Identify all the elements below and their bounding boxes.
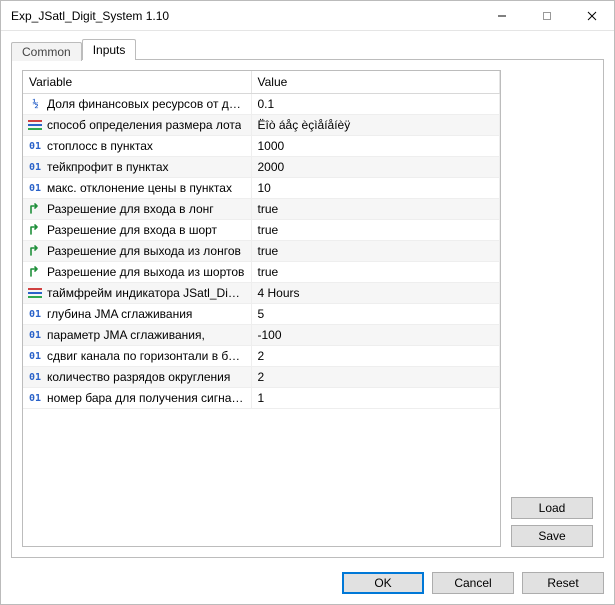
table-row[interactable]: ½ Доля финансовых ресурсов от депоз... 0.1: [23, 94, 500, 115]
variable-name: количество разрядов округления: [47, 370, 230, 384]
value-cell[interactable]: true: [251, 199, 500, 220]
variable-cell[interactable]: 01 количество разрядов округления: [23, 367, 251, 388]
boolean-icon: [27, 265, 43, 279]
variable-cell[interactable]: 01 стоплосс в пунктах: [23, 136, 251, 157]
variable-cell[interactable]: 01 макс. отклонение цены в пунктах: [23, 178, 251, 199]
tab-inputs[interactable]: Inputs: [82, 39, 137, 60]
integer-icon: 01: [27, 349, 43, 363]
value-cell[interactable]: 10: [251, 178, 500, 199]
dialog-window: Exp_JSatl_Digit_System 1.10 Common Input…: [0, 0, 615, 605]
enum-icon: [27, 118, 43, 132]
variable-name: Доля финансовых ресурсов от депоз...: [47, 97, 245, 111]
footer-buttons: OK Cancel Reset: [1, 566, 614, 604]
enum-icon: [27, 286, 43, 300]
integer-icon: 01: [27, 181, 43, 195]
table-row[interactable]: 01 сдвиг канала по горизонтали в барах 2: [23, 346, 500, 367]
value-cell[interactable]: true: [251, 262, 500, 283]
table-row[interactable]: 01 количество разрядов округления 2: [23, 367, 500, 388]
value-cell[interactable]: Ëîò áåç èçìåíåíèÿ: [251, 115, 500, 136]
value-cell[interactable]: 4 Hours: [251, 283, 500, 304]
variable-cell[interactable]: способ определения размера лота: [23, 115, 251, 136]
variable-cell[interactable]: 01 тейкпрофит в пунктах: [23, 157, 251, 178]
variable-cell[interactable]: 01 глубина JMA сглаживания: [23, 304, 251, 325]
variable-cell[interactable]: Разрешение для входа в лонг: [23, 199, 251, 220]
cancel-button[interactable]: Cancel: [432, 572, 514, 594]
save-button[interactable]: Save: [511, 525, 593, 547]
value-cell[interactable]: 2: [251, 346, 500, 367]
table-row[interactable]: 01 макс. отклонение цены в пунктах 10: [23, 178, 500, 199]
variable-cell[interactable]: Разрешение для выхода из лонгов: [23, 241, 251, 262]
content-area: Common Inputs Variable Value ½ Доля финан…: [1, 31, 614, 566]
close-button[interactable]: [569, 1, 614, 31]
inputs-grid[interactable]: Variable Value ½ Доля финансовых ресурсов…: [22, 70, 501, 547]
variable-name: стоплосс в пунктах: [47, 139, 153, 153]
integer-icon: 01: [27, 160, 43, 174]
variable-name: макс. отклонение цены в пунктах: [47, 181, 232, 195]
value-cell[interactable]: true: [251, 220, 500, 241]
value-cell[interactable]: 2: [251, 367, 500, 388]
table-row[interactable]: 01 номер бара для получения сигнала в... 1: [23, 388, 500, 409]
variable-cell[interactable]: 01 параметр JMA сглаживания,: [23, 325, 251, 346]
value-cell[interactable]: 5: [251, 304, 500, 325]
reset-button[interactable]: Reset: [522, 572, 604, 594]
variable-cell[interactable]: 01 сдвиг канала по горизонтали в барах: [23, 346, 251, 367]
variable-name: способ определения размера лота: [47, 118, 241, 132]
integer-icon: 01: [27, 391, 43, 405]
table-row[interactable]: Разрешение для входа в шорт true: [23, 220, 500, 241]
column-header-value[interactable]: Value: [251, 71, 500, 94]
variable-name: тейкпрофит в пунктах: [47, 160, 169, 174]
maximize-button[interactable]: [524, 1, 569, 31]
table-row[interactable]: 01 тейкпрофит в пунктах 2000: [23, 157, 500, 178]
integer-icon: 01: [27, 328, 43, 342]
table-row[interactable]: 01 стоплосс в пунктах 1000: [23, 136, 500, 157]
tab-strip: Common Inputs: [11, 37, 604, 59]
boolean-icon: [27, 244, 43, 258]
variable-cell[interactable]: Разрешение для выхода из шортов: [23, 262, 251, 283]
variable-name: Разрешение для входа в лонг: [47, 202, 214, 216]
value-cell[interactable]: 1: [251, 388, 500, 409]
ok-button[interactable]: OK: [342, 572, 424, 594]
integer-icon: 01: [27, 370, 43, 384]
variable-name: номер бара для получения сигнала в...: [47, 391, 245, 405]
variable-cell[interactable]: Разрешение для входа в шорт: [23, 220, 251, 241]
variable-name: параметр JMA сглаживания,: [47, 328, 205, 342]
variable-name: Разрешение для выхода из шортов: [47, 265, 244, 279]
variable-name: таймфрейм индикатора JSatl_Digit_Sy...: [47, 286, 245, 300]
table-row[interactable]: Разрешение для выхода из лонгов true: [23, 241, 500, 262]
variable-cell[interactable]: ½ Доля финансовых ресурсов от депоз...: [23, 94, 251, 115]
tab-panel: Variable Value ½ Доля финансовых ресурсов…: [11, 59, 604, 558]
value-cell[interactable]: true: [251, 241, 500, 262]
integer-icon: 01: [27, 139, 43, 153]
variable-name: Разрешение для входа в шорт: [47, 223, 217, 237]
titlebar: Exp_JSatl_Digit_System 1.10: [1, 1, 614, 31]
table-row[interactable]: 01 параметр JMA сглаживания, -100: [23, 325, 500, 346]
window-title: Exp_JSatl_Digit_System 1.10: [1, 9, 479, 23]
table-row[interactable]: Разрешение для входа в лонг true: [23, 199, 500, 220]
table-row[interactable]: таймфрейм индикатора JSatl_Digit_Sy... 4 …: [23, 283, 500, 304]
variable-name: сдвиг канала по горизонтали в барах: [47, 349, 245, 363]
value-cell[interactable]: 1000: [251, 136, 500, 157]
boolean-icon: [27, 202, 43, 216]
variable-name: глубина JMA сглаживания: [47, 307, 192, 321]
value-cell[interactable]: 0.1: [251, 94, 500, 115]
value-cell[interactable]: 2000: [251, 157, 500, 178]
integer-icon: 01: [27, 307, 43, 321]
tab-common[interactable]: Common: [11, 42, 82, 61]
table-row[interactable]: способ определения размера лота Ëîò áåç è…: [23, 115, 500, 136]
value-cell[interactable]: -100: [251, 325, 500, 346]
table-row[interactable]: 01 глубина JMA сглаживания 5: [23, 304, 500, 325]
side-buttons: Load Save: [511, 70, 593, 547]
fraction-icon: ½: [27, 97, 43, 111]
minimize-button[interactable]: [479, 1, 524, 31]
column-header-variable[interactable]: Variable: [23, 71, 251, 94]
variable-name: Разрешение для выхода из лонгов: [47, 244, 241, 258]
table-row[interactable]: Разрешение для выхода из шортов true: [23, 262, 500, 283]
boolean-icon: [27, 223, 43, 237]
variable-cell[interactable]: 01 номер бара для получения сигнала в...: [23, 388, 251, 409]
variable-cell[interactable]: таймфрейм индикатора JSatl_Digit_Sy...: [23, 283, 251, 304]
load-button[interactable]: Load: [511, 497, 593, 519]
